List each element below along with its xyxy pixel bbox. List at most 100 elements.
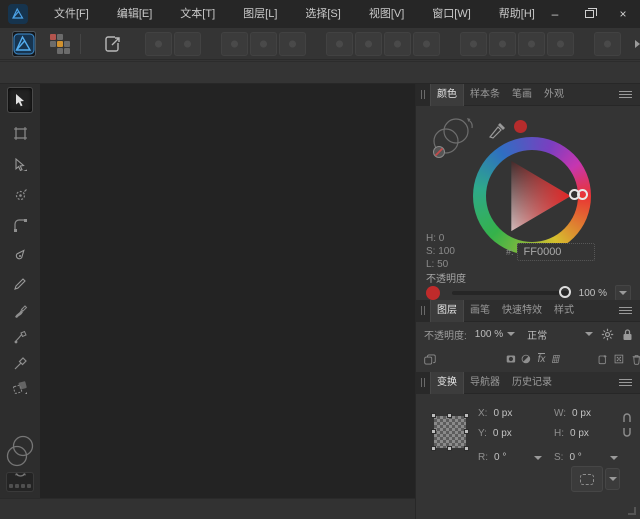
panel-fill-stroke-selector[interactable] bbox=[428, 114, 480, 167]
opacity-dropdown[interactable] bbox=[615, 285, 631, 301]
pattern-layer-icon[interactable] bbox=[551, 352, 562, 366]
toolbar-button-disabled[interactable] bbox=[413, 32, 440, 56]
shear-value[interactable]: 0 ° bbox=[569, 452, 581, 463]
transparency-tool[interactable] bbox=[7, 375, 33, 401]
new-layer-icon[interactable] bbox=[598, 352, 607, 367]
menu-layer[interactable]: 图层[L] bbox=[229, 0, 291, 28]
y-value[interactable]: 0 px bbox=[493, 428, 512, 439]
toolbar-button-disabled[interactable] bbox=[547, 32, 574, 56]
node-tool[interactable] bbox=[7, 152, 33, 178]
new-pixel-layer-icon[interactable] bbox=[614, 352, 624, 366]
toolbar-button-disabled[interactable] bbox=[518, 32, 545, 56]
chevron-down-icon[interactable] bbox=[507, 332, 515, 336]
duplicate-layers-icon[interactable] bbox=[424, 352, 436, 367]
pen-tool[interactable] bbox=[7, 242, 33, 268]
toolbar-button-disabled[interactable] bbox=[594, 32, 621, 56]
toolbar-button-disabled[interactable] bbox=[355, 32, 382, 56]
color-wheel[interactable] bbox=[473, 137, 591, 255]
pixel-persona-button[interactable] bbox=[48, 31, 72, 57]
chevron-down-icon[interactable] bbox=[534, 456, 542, 460]
toolbar-button-disabled[interactable] bbox=[326, 32, 353, 56]
menu-select[interactable]: 选择[S] bbox=[291, 0, 354, 28]
mask-layer-icon[interactable] bbox=[506, 352, 516, 366]
h-field[interactable]: H: 0 px bbox=[554, 428, 589, 439]
tab-transform[interactable]: 变换 bbox=[430, 372, 464, 394]
tab-stroke[interactable]: 笔画 bbox=[506, 84, 538, 106]
adjustment-layer-icon[interactable] bbox=[521, 352, 531, 366]
y-field[interactable]: Y: 0 px bbox=[478, 428, 512, 439]
layers-opacity-value[interactable]: 100 % bbox=[475, 329, 503, 340]
x-field[interactable]: X: 0 px bbox=[478, 408, 512, 419]
toolbar-button-disabled[interactable] bbox=[279, 32, 306, 56]
current-color-swatch[interactable] bbox=[426, 286, 440, 300]
rotation-value[interactable]: 0 ° bbox=[494, 452, 506, 463]
fill-stroke-selector[interactable] bbox=[4, 434, 37, 487]
opacity-slider[interactable] bbox=[452, 291, 569, 295]
w-value[interactable]: 0 px bbox=[572, 408, 591, 419]
vector-brush-tool[interactable] bbox=[7, 298, 33, 324]
anchor-point-selector[interactable] bbox=[434, 416, 466, 448]
toolbar-button-disabled[interactable] bbox=[221, 32, 248, 56]
menu-view[interactable]: 视图[V] bbox=[355, 0, 418, 28]
minimize-button[interactable]: – bbox=[538, 0, 572, 28]
menu-edit[interactable]: 编辑[E] bbox=[103, 0, 166, 28]
corner-tool[interactable] bbox=[7, 212, 33, 238]
panel-menu-icon[interactable] bbox=[619, 379, 632, 386]
move-tool[interactable] bbox=[7, 87, 33, 113]
toolbar-overflow-icon[interactable] bbox=[635, 40, 640, 48]
tab-history[interactable]: 历史记录 bbox=[506, 372, 558, 394]
toolbar-button-disabled[interactable] bbox=[174, 32, 201, 56]
link-dimensions-icon[interactable] bbox=[622, 412, 632, 438]
menu-window[interactable]: 窗口[W] bbox=[418, 0, 485, 28]
x-value[interactable]: 0 px bbox=[493, 408, 512, 419]
tab-layers[interactable]: 图层 bbox=[430, 300, 464, 322]
tab-styles[interactable]: 样式 bbox=[548, 300, 580, 322]
opacity-slider-knob[interactable] bbox=[559, 286, 571, 298]
panel-menu-icon[interactable] bbox=[619, 91, 632, 98]
fill-tool[interactable] bbox=[7, 324, 33, 350]
chevron-down-icon[interactable] bbox=[585, 332, 593, 336]
designer-persona-button[interactable] bbox=[12, 31, 36, 57]
point-transform-tool[interactable] bbox=[7, 182, 33, 208]
toolbar-button-disabled[interactable] bbox=[384, 32, 411, 56]
lock-icon[interactable] bbox=[622, 328, 633, 341]
tab-color[interactable]: 颜色 bbox=[430, 84, 464, 106]
tab-navigator[interactable]: 导航器 bbox=[464, 372, 506, 394]
artboard-tool[interactable] bbox=[7, 120, 33, 146]
panel-menu-icon[interactable] bbox=[619, 307, 632, 314]
panel-grip[interactable] bbox=[416, 84, 430, 106]
tab-appearance[interactable]: 外观 bbox=[538, 84, 570, 106]
toolbar-button-disabled[interactable] bbox=[145, 32, 172, 56]
w-field[interactable]: W: 0 px bbox=[554, 408, 591, 419]
transform-origin-button[interactable] bbox=[571, 466, 603, 492]
color-picker-tool[interactable] bbox=[7, 350, 33, 376]
panel-grip[interactable] bbox=[416, 300, 430, 322]
toolbar-button-disabled[interactable] bbox=[489, 32, 516, 56]
tab-quick-fx[interactable]: 快速特效 bbox=[496, 300, 548, 322]
tab-swatches[interactable]: 样本条 bbox=[464, 84, 506, 106]
gear-icon[interactable] bbox=[601, 328, 614, 341]
canvas-area[interactable] bbox=[40, 84, 415, 498]
transform-origin-dropdown[interactable] bbox=[605, 468, 620, 490]
panel-resize-grip[interactable] bbox=[628, 507, 636, 515]
toolbar-button-disabled[interactable] bbox=[250, 32, 277, 56]
restore-button[interactable] bbox=[572, 0, 606, 28]
menu-file[interactable]: 文件[F] bbox=[40, 0, 103, 28]
shear-field[interactable]: S: 0 ° bbox=[554, 452, 582, 463]
tab-brushes[interactable]: 画笔 bbox=[464, 300, 496, 322]
layer-effects-icon[interactable]: fx bbox=[538, 353, 546, 365]
blend-mode-value[interactable]: 正常 bbox=[527, 327, 547, 342]
pencil-tool[interactable] bbox=[7, 271, 33, 297]
delete-layer-icon[interactable] bbox=[632, 352, 640, 367]
export-persona-button[interactable] bbox=[101, 31, 125, 57]
rotation-field[interactable]: R: 0 ° bbox=[478, 452, 506, 463]
close-button[interactable]: × bbox=[606, 0, 640, 28]
panel-grip[interactable] bbox=[416, 372, 430, 394]
y-label: Y: bbox=[478, 428, 487, 439]
menu-text[interactable]: 文本[T] bbox=[166, 0, 229, 28]
h-value[interactable]: 0 px bbox=[570, 428, 589, 439]
triangle-marker-ring[interactable] bbox=[577, 189, 588, 200]
hex-input[interactable] bbox=[517, 243, 595, 261]
chevron-down-icon[interactable] bbox=[610, 456, 618, 460]
toolbar-button-disabled[interactable] bbox=[460, 32, 487, 56]
